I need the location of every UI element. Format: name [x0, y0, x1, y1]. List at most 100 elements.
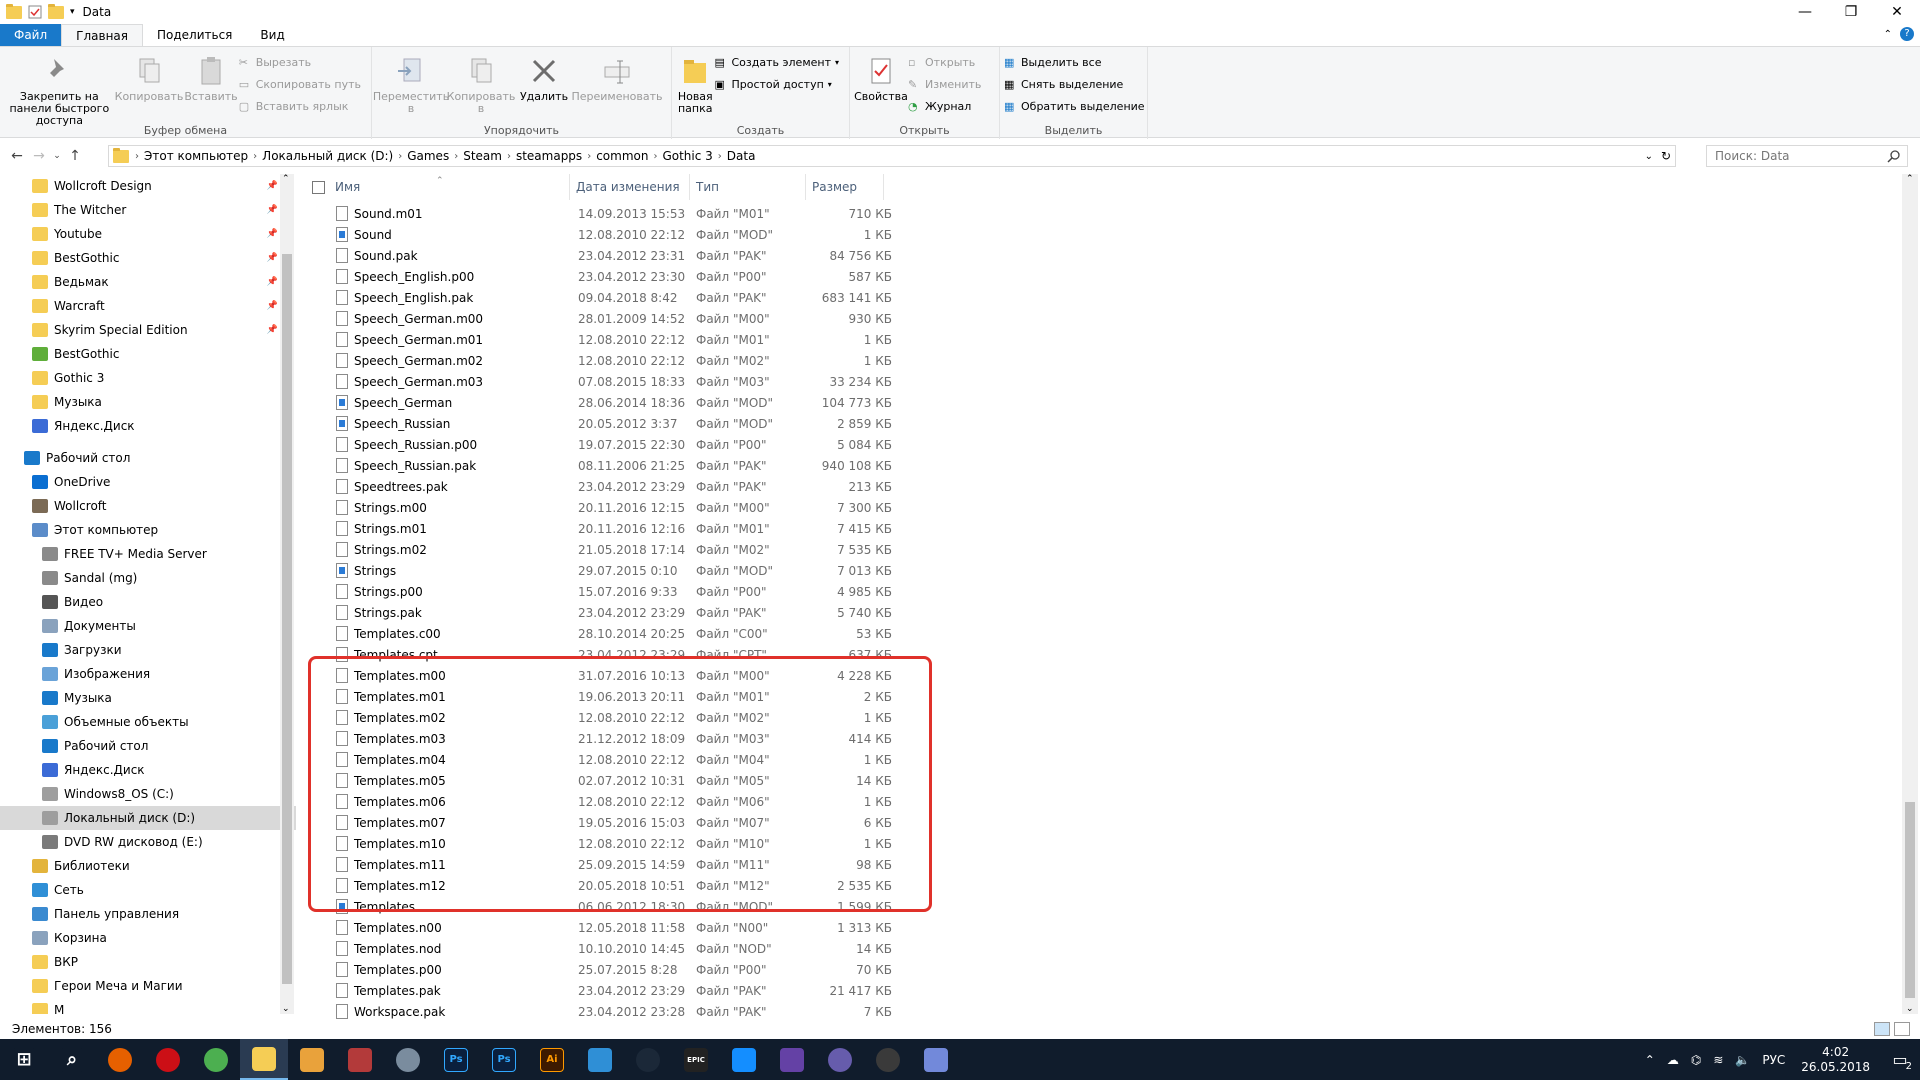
- nav-item[interactable]: Музыка: [0, 686, 296, 710]
- quick-access-dropdown-icon[interactable]: ▾: [70, 7, 75, 17]
- file-row[interactable]: Templates.cpt 23.04.2012 23:29 Файл "CPT" 6…: [302, 644, 892, 665]
- nav-item[interactable]: Яндекс.Диск: [0, 758, 296, 782]
- open-button[interactable]: ▫ Открыть: [908, 53, 981, 71]
- refresh-icon[interactable]: ↻: [1661, 149, 1671, 163]
- copy-path-button[interactable]: ▭ Скопировать путь: [239, 75, 361, 93]
- file-list-scrollbar[interactable]: ⌃ ⌄: [1902, 174, 1918, 1014]
- file-name-cell[interactable]: Sound.pak: [302, 248, 570, 263]
- nav-item[interactable]: Панель управления: [0, 902, 296, 926]
- select-none-button[interactable]: ▦ Снять выделение: [1004, 75, 1145, 93]
- details-view-icon[interactable]: [1874, 1021, 1890, 1036]
- nav-item[interactable]: Skyrim Special Edition 📌: [0, 318, 296, 342]
- nav-item[interactable]: Яндекс.Диск: [0, 414, 296, 438]
- nav-item[interactable]: ВКР: [0, 950, 296, 974]
- file-name-cell[interactable]: Sound.m01: [302, 206, 570, 221]
- breadcrumb-steam[interactable]: Steam: [458, 149, 507, 163]
- opera-icon[interactable]: [144, 1039, 192, 1080]
- back-button[interactable]: ←: [6, 148, 28, 164]
- breadcrumb-steamapps[interactable]: steamapps: [511, 149, 587, 163]
- collapse-ribbon-icon[interactable]: ⌃: [1884, 29, 1892, 40]
- file-row[interactable]: Templates.m01 19.06.2013 20:11 Файл "M01" 2…: [302, 686, 892, 707]
- search-input[interactable]: Поиск: Data: [1706, 145, 1908, 167]
- file-name-cell[interactable]: Strings.m02: [302, 542, 570, 557]
- file-row[interactable]: Templates.m02 12.08.2010 22:12 Файл "M02" 1…: [302, 707, 892, 728]
- invert-selection-button[interactable]: ▦ Обратить выделение: [1004, 97, 1145, 115]
- nav-item[interactable]: BestGothic 📌: [0, 246, 296, 270]
- nav-item[interactable]: Warcraft 📌: [0, 294, 296, 318]
- volume-icon[interactable]: 🔈: [1735, 1053, 1750, 1067]
- network-tray-icon[interactable]: ⌬: [1691, 1053, 1701, 1067]
- file-name-cell[interactable]: Templates.m06: [302, 794, 570, 809]
- file-row[interactable]: Strings.m01 20.11.2016 12:16 Файл "M01" 7 4…: [302, 518, 892, 539]
- file-name-cell[interactable]: Templates.m05: [302, 773, 570, 788]
- close-button[interactable]: ✕: [1874, 0, 1920, 24]
- action-center-button[interactable]: ▭ 2: [1880, 1039, 1920, 1080]
- nav-item[interactable]: Корзина: [0, 926, 296, 950]
- nav-item[interactable]: Документы: [0, 614, 296, 638]
- file-name-cell[interactable]: Speech_Russian.p00: [302, 437, 570, 452]
- nav-item[interactable]: Ведьмак 📌: [0, 270, 296, 294]
- discord-icon[interactable]: [912, 1039, 960, 1080]
- file-name-cell[interactable]: Templates.n00: [302, 920, 570, 935]
- file-row[interactable]: Speedtrees.pak 23.04.2012 23:29 Файл "PAK"…: [302, 476, 892, 497]
- game-app-icon[interactable]: [336, 1039, 384, 1080]
- epic-games-icon[interactable]: EPIC: [672, 1039, 720, 1080]
- file-name-cell[interactable]: Templates.nod: [302, 941, 570, 956]
- tab-home[interactable]: Главная: [61, 24, 143, 46]
- scroll-down-icon[interactable]: ⌄: [1906, 1004, 1914, 1014]
- file-row[interactable]: Strings.m00 20.11.2016 12:15 Файл "M00" 7 3…: [302, 497, 892, 518]
- nav-item[interactable]: Музыка: [0, 390, 296, 414]
- nav-item[interactable]: М: [0, 998, 296, 1014]
- app-icon[interactable]: [864, 1039, 912, 1080]
- minimize-button[interactable]: —: [1782, 0, 1828, 24]
- file-row[interactable]: Strings 29.07.2015 0:10 Файл "MOD" 7 013 КБ: [302, 560, 892, 581]
- maximize-button[interactable]: ❐: [1828, 0, 1874, 24]
- file-name-cell[interactable]: Templates.m10: [302, 836, 570, 851]
- photoshop-icon[interactable]: Ps: [432, 1039, 480, 1080]
- file-name-cell[interactable]: Strings: [302, 563, 570, 578]
- history-button[interactable]: ◔ Журнал: [908, 97, 981, 115]
- file-row[interactable]: Speech_German.m02 12.08.2010 22:12 Файл "M…: [302, 350, 892, 371]
- address-bar[interactable]: › Этот компьютер › Локальный диск (D:) › G…: [108, 145, 1676, 167]
- file-name-cell[interactable]: Speech_German: [302, 395, 570, 410]
- nav-item[interactable]: BestGothic: [0, 342, 296, 366]
- new-folder-quick-access-icon[interactable]: [48, 3, 64, 19]
- file-row[interactable]: Speech_Russian.p00 19.07.2015 22:30 Файл "…: [302, 434, 892, 455]
- cut-button[interactable]: ✂ Вырезать: [239, 53, 361, 71]
- file-row[interactable]: Templates.m03 21.12.2012 18:09 Файл "M03" 4…: [302, 728, 892, 749]
- file-name-cell[interactable]: Speedtrees.pak: [302, 479, 570, 494]
- nav-item[interactable]: Герои Меча и Магии: [0, 974, 296, 998]
- file-name-cell[interactable]: Templates.c00: [302, 626, 570, 641]
- viber-icon[interactable]: [816, 1039, 864, 1080]
- file-row[interactable]: Strings.p00 15.07.2016 9:33 Файл "P00" 4 98…: [302, 581, 892, 602]
- file-name-cell[interactable]: Templates: [302, 899, 570, 914]
- nav-item[interactable]: Загрузки: [0, 638, 296, 662]
- nav-item[interactable]: Gothic 3: [0, 366, 296, 390]
- file-row[interactable]: Templates.m05 02.07.2012 10:31 Файл "M05" 1…: [302, 770, 892, 791]
- breadcrumb-drive-d[interactable]: Локальный диск (D:): [257, 149, 398, 163]
- scroll-down-icon[interactable]: ⌄: [282, 1004, 290, 1014]
- breadcrumb-gothic-3[interactable]: Gothic 3: [657, 149, 717, 163]
- breadcrumb-data[interactable]: Data: [722, 149, 761, 163]
- navigation-pane-scrollbar[interactable]: ⌃ ⌄: [280, 174, 294, 1014]
- file-name-cell[interactable]: Templates.m12: [302, 878, 570, 893]
- file-name-cell[interactable]: Strings.m00: [302, 500, 570, 515]
- file-row[interactable]: Strings.pak 23.04.2012 23:29 Файл "PAK" 5 7…: [302, 602, 892, 623]
- easy-access-button[interactable]: ▣ Простой доступ ▾: [714, 75, 839, 93]
- show-hidden-icons-icon[interactable]: ⌃: [1645, 1053, 1655, 1067]
- cloud-sync-icon[interactable]: ☁: [1667, 1053, 1679, 1067]
- file-row[interactable]: Templates.n00 12.05.2018 11:58 Файл "N00" 1…: [302, 917, 892, 938]
- file-row[interactable]: Templates.m04 12.08.2010 22:12 Файл "M04" 1…: [302, 749, 892, 770]
- file-name-cell[interactable]: Strings.p00: [302, 584, 570, 599]
- file-row[interactable]: Templates.nod 10.10.2010 14:45 Файл "NOD" 1…: [302, 938, 892, 959]
- gothic-app-icon[interactable]: [384, 1039, 432, 1080]
- file-name-cell[interactable]: Templates.m01: [302, 689, 570, 704]
- file-name-cell[interactable]: Templates.cpt: [302, 647, 570, 662]
- file-name-cell[interactable]: Strings.m01: [302, 521, 570, 536]
- column-name[interactable]: Имя ⌃: [302, 174, 570, 200]
- file-row[interactable]: Templates.m07 19.05.2016 15:03 Файл "M07" 6…: [302, 812, 892, 833]
- file-row[interactable]: Speech_Russian.pak 08.11.2006 21:25 Файл "…: [302, 455, 892, 476]
- nav-item[interactable]: Рабочий стол: [0, 446, 296, 470]
- navigation-pane-scroll-thumb[interactable]: [282, 254, 292, 984]
- file-row[interactable]: Speech_English.pak 09.04.2018 8:42 Файл "P…: [302, 287, 892, 308]
